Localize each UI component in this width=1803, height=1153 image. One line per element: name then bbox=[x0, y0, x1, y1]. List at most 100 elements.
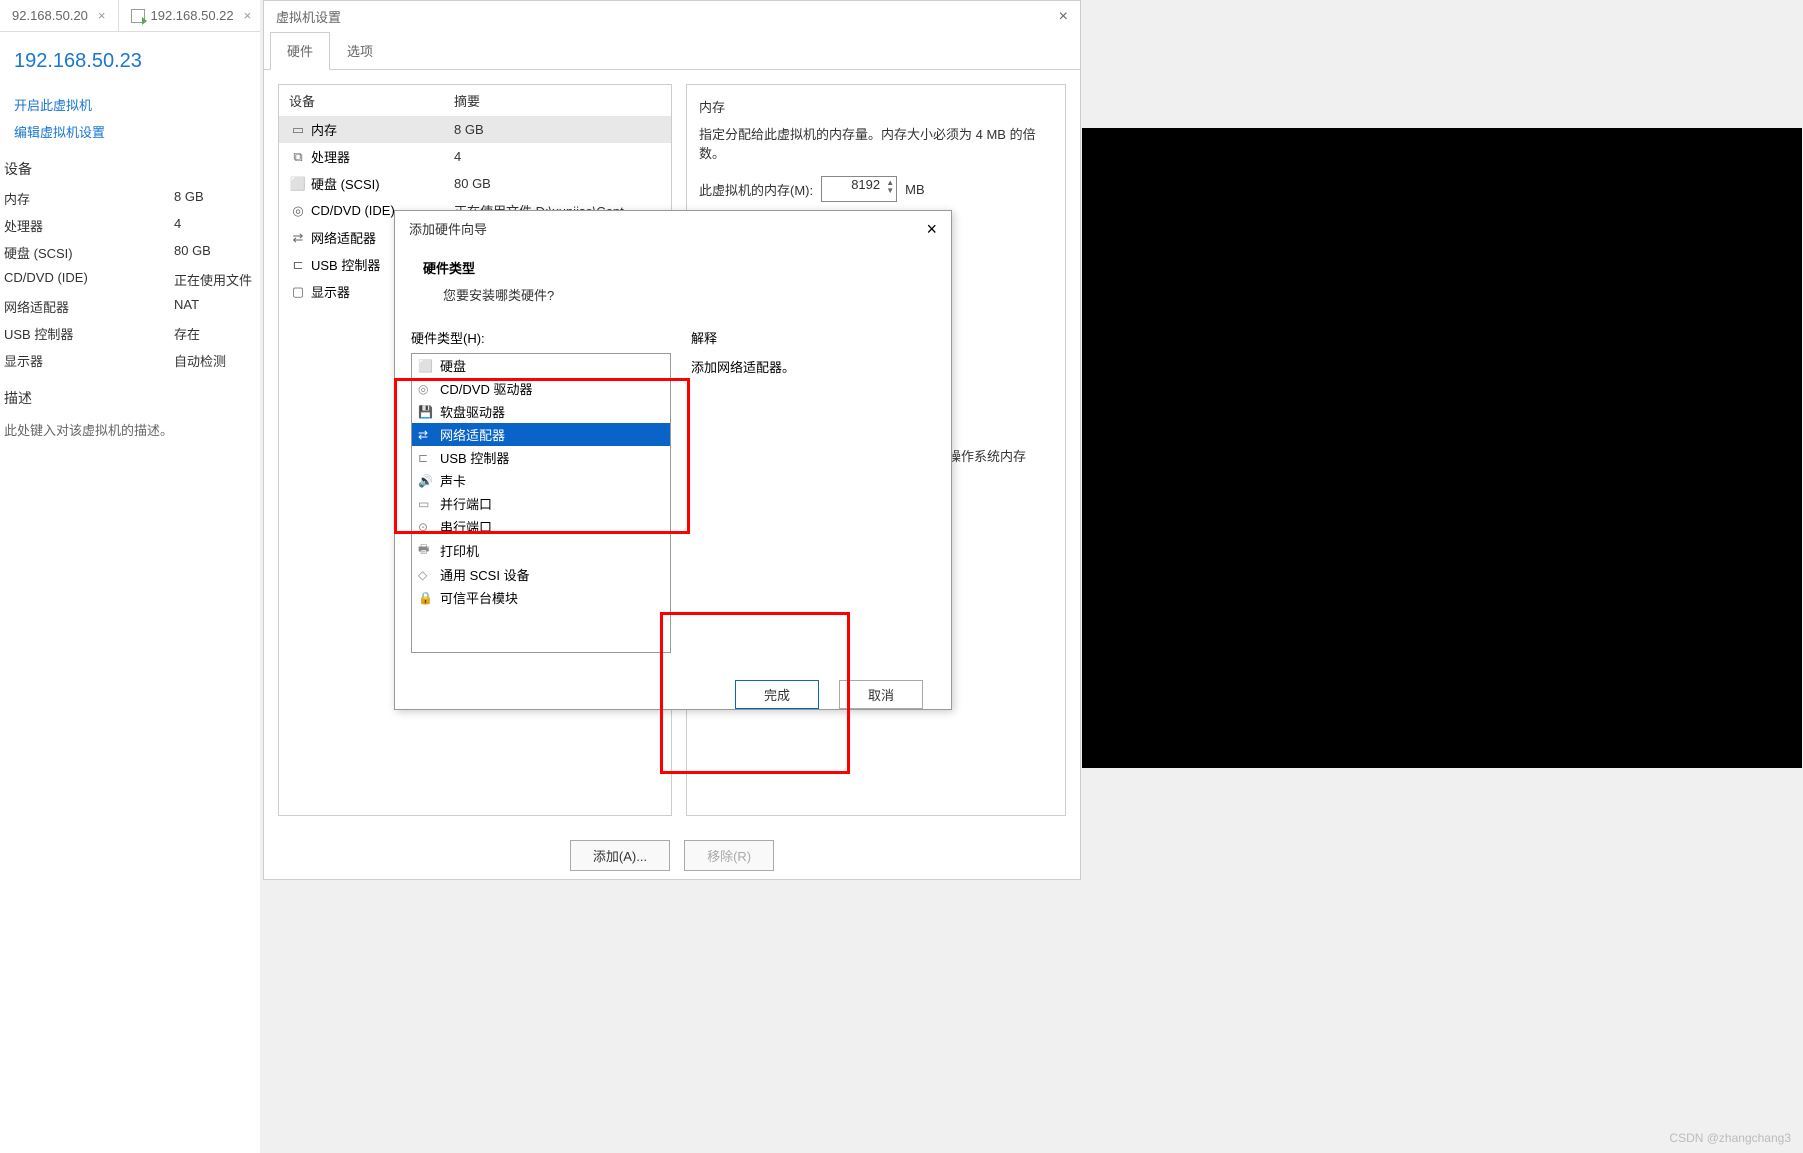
hardware-type-item[interactable]: ▭并行端口 bbox=[412, 492, 670, 515]
spec-row[interactable]: 硬盘 (SCSI)80 GB bbox=[0, 239, 260, 266]
device-name: 内存 bbox=[311, 120, 337, 139]
hardware-type-list[interactable]: ⬜硬盘 ◎ CD/DVD 驱动器 💾 软盘驱动器 ⇄网络适配器⊏USB 控制器 🔊 声卡 ▭并行… bbox=[411, 353, 671, 653]
watermark: CSDN @zhangchang3 bbox=[1669, 1131, 1791, 1145]
usb-icon: ⊏ bbox=[289, 257, 307, 273]
spinner-icon[interactable]: ▲▼ bbox=[886, 179, 894, 195]
disk-icon: ⬜ bbox=[418, 359, 434, 373]
power-on-link[interactable]: 开启此虚拟机 bbox=[0, 91, 260, 118]
item-label: 并行端口 bbox=[440, 494, 492, 513]
item-label: 可信平台模块 bbox=[440, 588, 518, 607]
memory-icon: ▭ bbox=[289, 122, 307, 138]
disk-icon: ⬜ bbox=[289, 176, 307, 192]
display-icon: ▢ bbox=[289, 284, 307, 300]
nic-icon: ⇄ bbox=[289, 230, 307, 246]
device-name: 硬盘 (SCSI) bbox=[311, 174, 380, 193]
wizard-subtitle: 硬件类型 bbox=[395, 254, 951, 281]
desc-placeholder[interactable]: 此处键入对该虚拟机的描述。 bbox=[0, 414, 260, 445]
vm-console-preview[interactable] bbox=[1082, 128, 1802, 768]
spec-value: 80 GB bbox=[174, 243, 211, 262]
device-name: 网络适配器 bbox=[311, 228, 376, 247]
edit-settings-link[interactable]: 编辑虚拟机设置 bbox=[0, 118, 260, 145]
hardware-type-item[interactable]: 💾 软盘驱动器 bbox=[412, 400, 670, 423]
hardware-type-item[interactable]: 🖶打印机 bbox=[412, 538, 670, 563]
device-name: CD/DVD (IDE) bbox=[311, 203, 395, 218]
item-label: 串行端口 bbox=[440, 517, 492, 536]
cancel-button[interactable]: 取消 bbox=[839, 680, 923, 709]
hardware-type-item[interactable]: ⊏USB 控制器 bbox=[412, 446, 670, 469]
hardware-type-item[interactable]: ⇄网络适配器 bbox=[412, 423, 670, 446]
spec-row[interactable]: 内存8 GB bbox=[0, 185, 260, 212]
close-icon[interactable]: × bbox=[98, 8, 106, 23]
item-label: 软盘驱动器 bbox=[440, 402, 505, 421]
spec-label: 网络适配器 bbox=[4, 297, 174, 316]
finish-button[interactable]: 完成 bbox=[735, 680, 819, 709]
cd-icon: ◎ bbox=[418, 382, 434, 396]
tab-hardware[interactable]: 硬件 bbox=[270, 32, 330, 70]
cd-icon: ◎ bbox=[289, 203, 307, 219]
cpu-icon: ⧉ bbox=[289, 149, 307, 165]
memory-desc: 指定分配给此虚拟机的内存量。内存大小必须为 4 MB 的倍数。 bbox=[699, 124, 1053, 162]
hardware-type-item[interactable]: ◎ CD/DVD 驱动器 bbox=[412, 377, 670, 400]
tab-vm-0[interactable]: 92.168.50.20 × bbox=[0, 0, 119, 31]
memory-unit: MB bbox=[905, 182, 925, 197]
hardware-type-label: 硬件类型(H): bbox=[411, 328, 671, 347]
hardware-row[interactable]: ⬜硬盘 (SCSI) 80 GB bbox=[279, 170, 671, 197]
sound-icon: 🔊 bbox=[418, 474, 434, 488]
spec-label: 显示器 bbox=[4, 351, 174, 370]
col-device: 设备 bbox=[289, 91, 454, 110]
hardware-row[interactable]: ▭内存 8 GB bbox=[279, 116, 671, 143]
wizard-question: 您要安装哪类硬件? bbox=[395, 281, 951, 318]
hardware-type-item[interactable]: ⊙ 串行端口 bbox=[412, 515, 670, 538]
hardware-type-item[interactable]: 🔒 可信平台模块 bbox=[412, 586, 670, 609]
tab-vm-1[interactable]: 192.168.50.22 × bbox=[119, 0, 265, 31]
tab-options[interactable]: 选项 bbox=[330, 32, 390, 69]
remove-button: 移除(R) bbox=[684, 840, 774, 871]
specs-header: 设备 bbox=[0, 145, 260, 185]
vm-title: 192.168.50.23 bbox=[0, 32, 260, 91]
hardware-type-item[interactable]: ◇通用 SCSI 设备 bbox=[412, 563, 670, 586]
item-label: 声卡 bbox=[440, 471, 466, 490]
item-label: 网络适配器 bbox=[440, 425, 505, 444]
memory-heading: 内存 bbox=[699, 97, 1053, 116]
device-name: 显示器 bbox=[311, 282, 350, 301]
spec-value: NAT bbox=[174, 297, 199, 316]
add-button[interactable]: 添加(A)... bbox=[570, 840, 670, 871]
floppy-icon: 💾 bbox=[418, 405, 434, 419]
spec-label: 硬盘 (SCSI) bbox=[4, 243, 174, 262]
wizard-title: 添加硬件向导 bbox=[409, 219, 487, 240]
spec-row[interactable]: USB 控制器存在 bbox=[0, 320, 260, 347]
serial-icon: ⊙ bbox=[418, 520, 434, 534]
spec-row[interactable]: 处理器4 bbox=[0, 212, 260, 239]
close-icon[interactable]: × bbox=[1059, 8, 1068, 26]
spec-value: 正在使用文件 bbox=[174, 270, 252, 289]
close-icon[interactable]: × bbox=[244, 8, 252, 23]
spec-row[interactable]: 网络适配器NAT bbox=[0, 293, 260, 320]
dialog-title: 虚拟机设置 bbox=[276, 7, 341, 26]
spec-row[interactable]: 显示器自动检测 bbox=[0, 347, 260, 374]
os-memory-note: 操作系统内存 bbox=[948, 446, 1026, 465]
hardware-type-item[interactable]: 🔊 声卡 bbox=[412, 469, 670, 492]
spec-row[interactable]: CD/DVD (IDE)正在使用文件 bbox=[0, 266, 260, 293]
close-icon[interactable]: × bbox=[926, 219, 937, 240]
item-label: USB 控制器 bbox=[440, 448, 509, 467]
tab-label: 92.168.50.20 bbox=[12, 8, 88, 23]
spec-value: 自动检测 bbox=[174, 351, 226, 370]
memory-label: 此虚拟机的内存(M): bbox=[699, 180, 813, 199]
item-label: CD/DVD 驱动器 bbox=[440, 379, 532, 398]
device-summary: 8 GB bbox=[454, 122, 484, 137]
spec-label: CD/DVD (IDE) bbox=[4, 270, 174, 289]
memory-input[interactable]: 8192 ▲▼ bbox=[821, 176, 897, 202]
explain-text: 添加网络适配器。 bbox=[691, 357, 935, 376]
tpm-icon: 🔒 bbox=[418, 591, 434, 605]
device-name: 处理器 bbox=[311, 147, 350, 166]
vm-tabs: 92.168.50.20 × 192.168.50.22 × bbox=[0, 0, 260, 32]
device-summary: 80 GB bbox=[454, 176, 491, 191]
hardware-type-item[interactable]: ⬜硬盘 bbox=[412, 354, 670, 377]
spec-label: 内存 bbox=[4, 189, 174, 208]
vm-icon bbox=[131, 9, 145, 23]
hardware-row[interactable]: ⧉处理器 4 bbox=[279, 143, 671, 170]
printer-icon: 🖶 bbox=[418, 540, 434, 561]
spec-value: 8 GB bbox=[174, 189, 204, 208]
spec-value: 存在 bbox=[174, 324, 200, 343]
device-summary: 4 bbox=[454, 149, 461, 164]
